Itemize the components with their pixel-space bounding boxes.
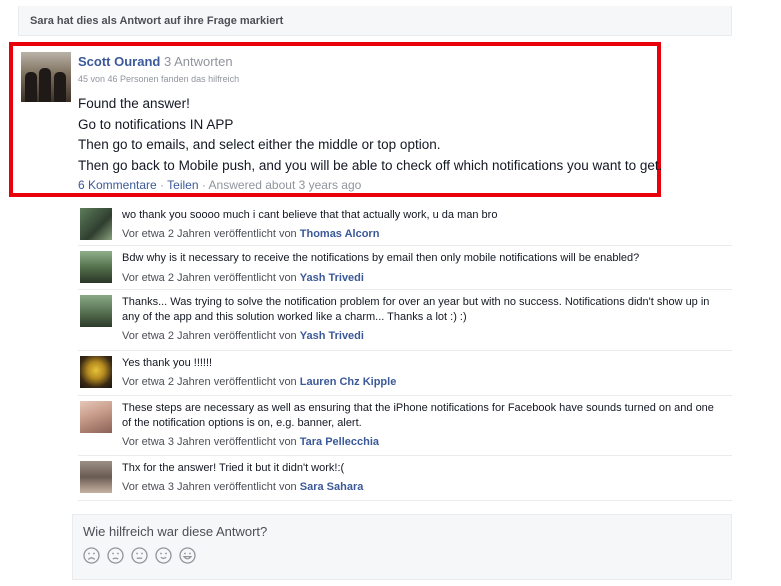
avatar[interactable] [80,295,112,327]
avatar[interactable] [80,356,112,388]
feedback-box: Wie hilfreich war diese Antwort? [72,514,732,580]
comment-text: wo thank you soooo much i cant believe t… [122,209,498,221]
comment-posted: Vor etwa 2 Jahren veröffentlicht von [122,272,297,284]
comment-text: Thanks... Was trying to solve the notifi… [122,296,710,323]
highlighted-answer: Scott Ourand 3 Antworten 45 von 46 Perso… [9,42,663,197]
comments-link[interactable]: 6 Kommentare [78,178,157,192]
answer-line: Found the answer! [78,96,190,111]
comment-meta: Vor etwa 3 Jahren veröffentlicht von Sar… [122,481,363,493]
separator: · [160,178,165,192]
comment-posted: Vor etwa 2 Jahren veröffentlicht von [122,376,297,388]
comment-text: These steps are necessary as well as ens… [122,402,714,429]
avatar[interactable] [80,461,112,493]
list-item: These steps are necessary as well as ens… [78,396,732,456]
list-item: Bdw why is it necessary to receive the n… [78,246,732,290]
feedback-question: Wie hilfreich war diese Antwort? [83,524,268,539]
comment-user-link[interactable]: Tara Pellecchia [300,436,379,448]
comment-meta: Vor etwa 2 Jahren veröffentlicht von Yas… [122,272,364,284]
list-item: wo thank you soooo much i cant believe t… [78,203,732,246]
comment-user-link[interactable]: Sara Sahara [300,481,364,493]
comment-user-link[interactable]: Lauren Chz Kipple [300,376,397,388]
feedback-faces [83,547,196,564]
author-name-link[interactable]: Scott Ourand [78,54,160,69]
comment-user-link[interactable]: Yash Trivedi [300,272,364,284]
answer-footer: 6 Kommentare · Teilen · Answered about 3… [78,178,361,192]
avatar[interactable] [80,208,112,240]
comment-text: Yes thank you !!!!!! [122,357,213,369]
comment-text: Bdw why is it necessary to receive the n… [122,252,640,264]
sad-face-icon[interactable] [107,547,124,564]
comment-user-link[interactable]: Thomas Alcorn [300,228,380,240]
accepted-answer-text: Sara hat dies als Antwort auf ihre Frage… [30,15,284,27]
comment-posted: Vor etwa 2 Jahren veröffentlicht von [122,330,297,342]
comment-user-link[interactable]: Yash Trivedi [300,330,364,342]
accepted-answer-banner: Sara hat dies als Antwort auf ihre Frage… [18,6,732,36]
comment-meta: Vor etwa 3 Jahren veröffentlicht von Tar… [122,436,379,448]
list-item: Thx for the answer! Tried it but it didn… [78,456,732,501]
comment-text: Thx for the answer! Tried it but it didn… [122,462,345,474]
avatar[interactable] [80,401,112,433]
comment-list: wo thank you soooo much i cant believe t… [78,203,732,501]
author-answer-count: 3 Antworten [163,54,233,69]
smile-face-icon[interactable] [155,547,172,564]
share-link[interactable]: Teilen [167,178,198,192]
avatar[interactable] [80,251,112,283]
comment-posted: Vor etwa 3 Jahren veröffentlicht von [122,436,297,448]
happy-face-icon[interactable] [179,547,196,564]
very-sad-face-icon[interactable] [83,547,100,564]
comment-posted: Vor etwa 3 Jahren veröffentlicht von [122,481,297,493]
separator: · [201,178,206,192]
answered-time: Answered about 3 years ago [208,178,362,192]
avatar[interactable] [21,52,71,102]
comment-meta: Vor etwa 2 Jahren veröffentlicht von Tho… [122,228,379,240]
answer-author: Scott Ourand 3 Antworten [78,54,233,69]
answer-line: Go to notifications IN APP [78,116,234,132]
answer-line: Then go to emails, and select either the… [78,137,441,152]
list-item: Thanks... Was trying to solve the notifi… [78,290,732,351]
answer-line: Then go back to Mobile push, and you wil… [78,157,663,173]
helpful-count: 45 von 46 Personen fanden das hilfreich [78,74,240,84]
comment-posted: Vor etwa 2 Jahren veröffentlicht von [122,228,297,240]
list-item: Yes thank you !!!!!! Vor etwa 2 Jahren v… [78,351,732,396]
comment-meta: Vor etwa 2 Jahren veröffentlicht von Lau… [122,376,396,388]
neutral-face-icon[interactable] [131,547,148,564]
comment-meta: Vor etwa 2 Jahren veröffentlicht von Yas… [122,330,364,342]
answer-body: Found the answer! Go to notifications IN… [78,94,663,176]
